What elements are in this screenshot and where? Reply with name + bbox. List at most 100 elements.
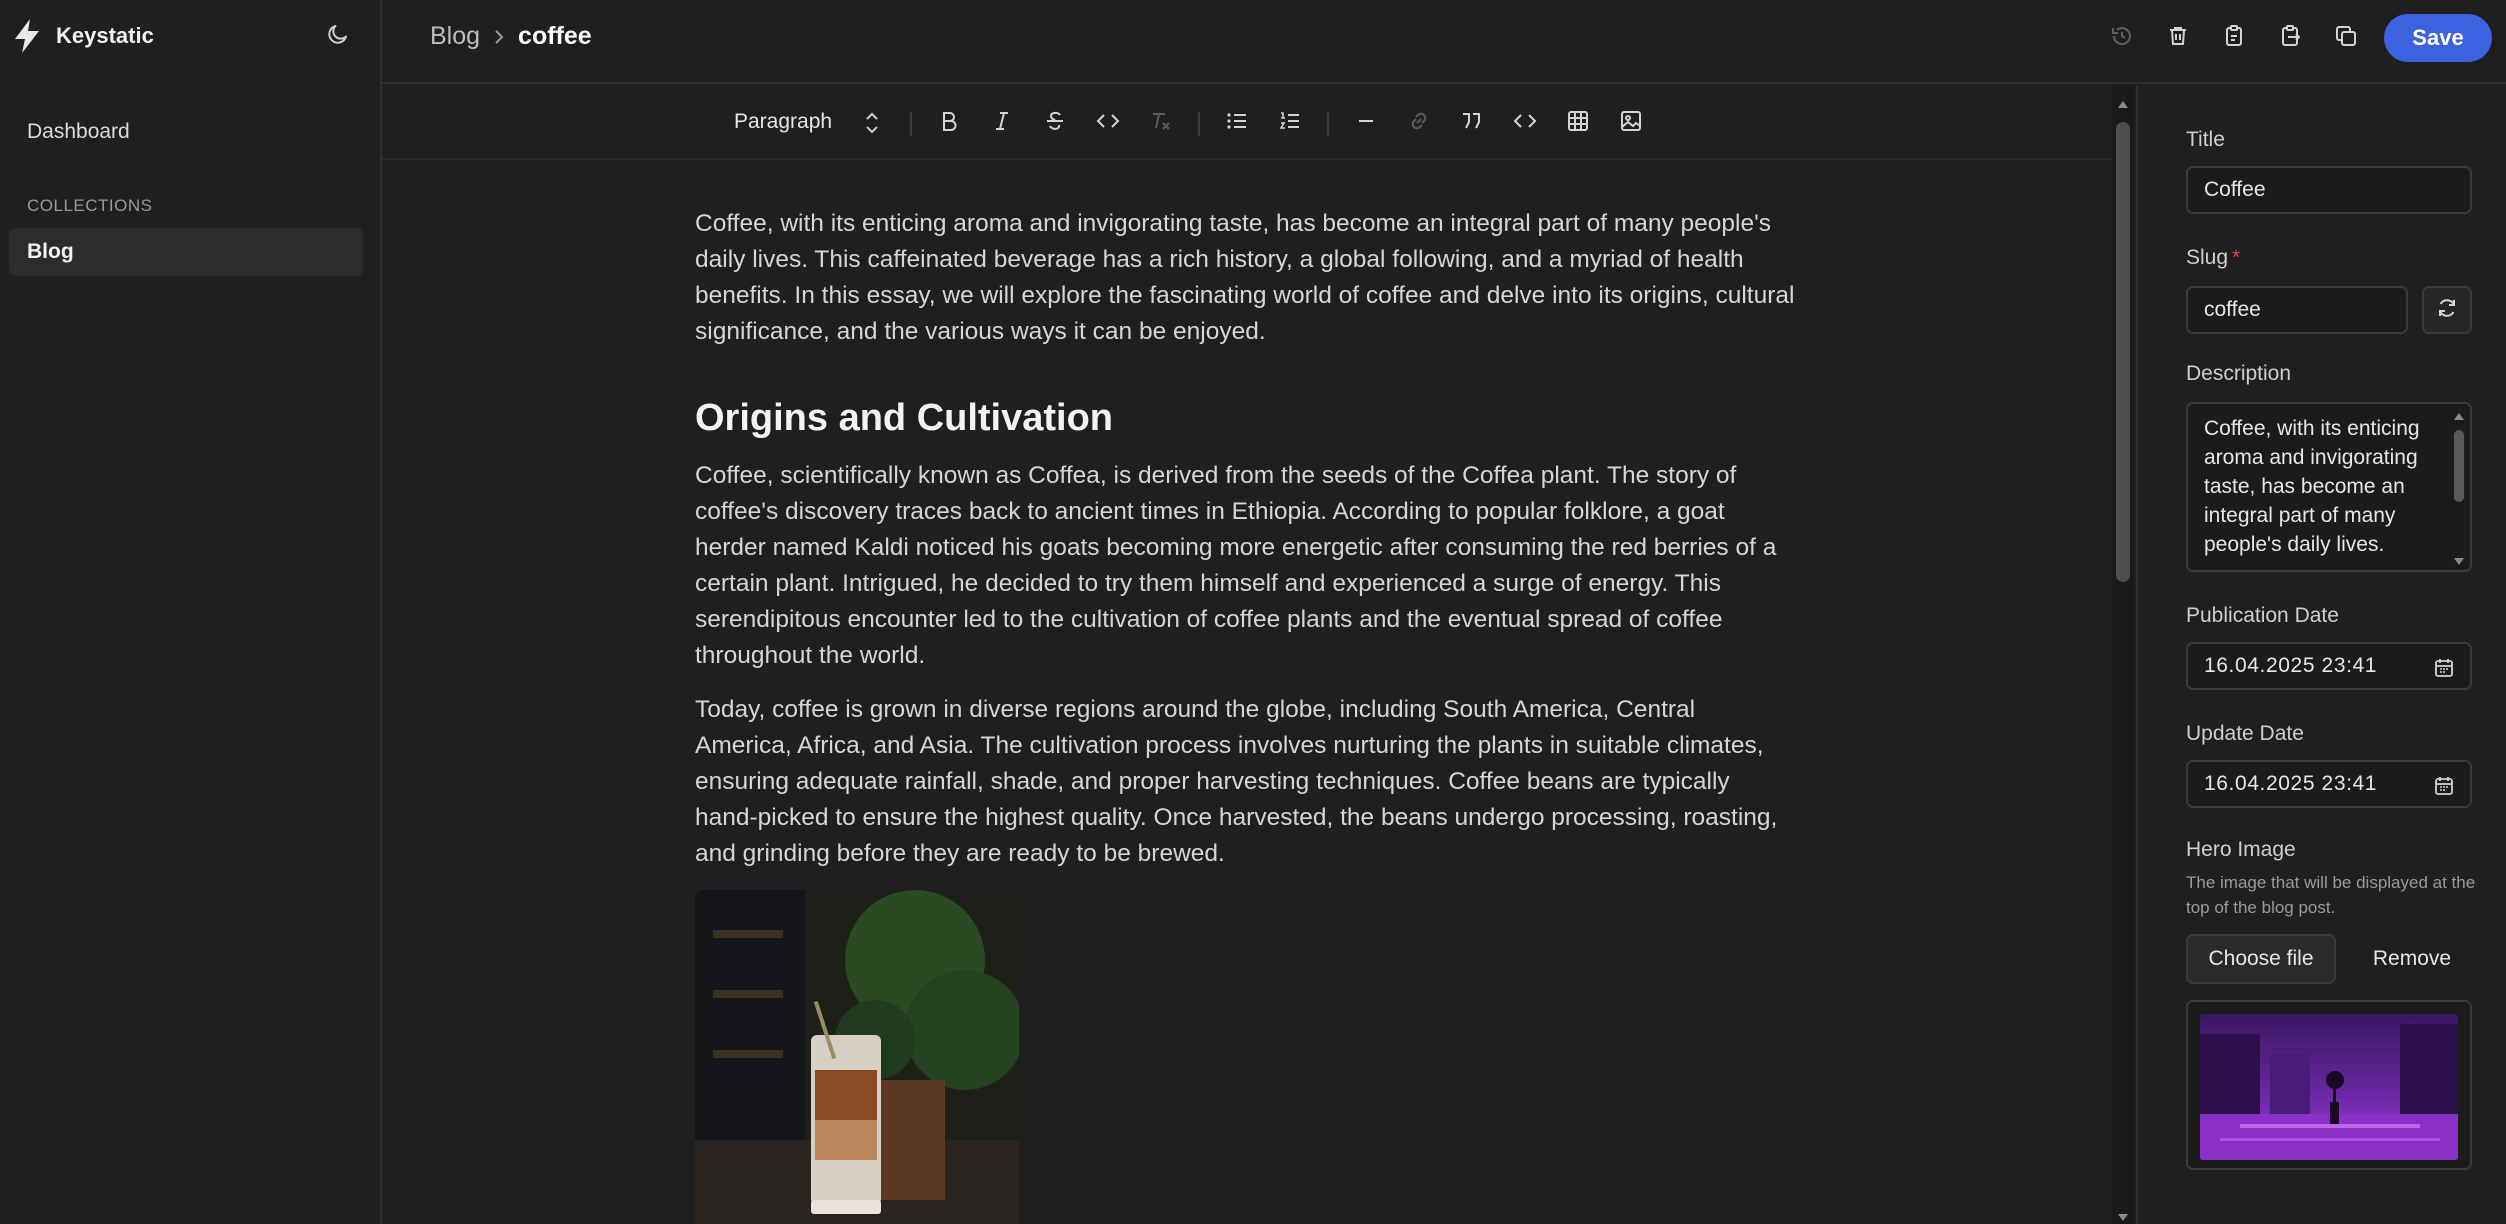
toolbar-divider <box>1327 112 1329 136</box>
numbered-list-button[interactable] <box>1271 104 1309 142</box>
scroll-down-arrow-icon <box>2453 554 2465 572</box>
trash-icon <box>2166 24 2190 53</box>
duplicate-icon <box>2334 24 2358 53</box>
moon-icon <box>326 22 350 51</box>
horizontal-rule-icon <box>1355 110 1377 137</box>
block-type-value: Paragraph <box>734 110 833 133</box>
required-marker: * <box>2232 246 2241 269</box>
fields-panel: Title Coffee Slug * coffee Description Co… <box>2136 86 2506 1224</box>
breadcrumb: Blog coffee <box>430 22 592 51</box>
clipboard-copy-icon <box>2222 24 2246 53</box>
remove-image-button[interactable]: Remove <box>2352 934 2472 984</box>
sidebar: Keystatic Dashboard COLLECTIONS Blog <box>0 0 382 1224</box>
description-label: Description <box>2186 362 2292 385</box>
description-value: Coffee, with its enticing aroma and invi… <box>2204 417 2420 556</box>
sidebar-item-dashboard[interactable]: Dashboard <box>27 120 130 144</box>
calendar-icon[interactable] <box>2432 656 2456 680</box>
history-icon <box>2110 24 2134 53</box>
bold-icon <box>938 110 960 137</box>
publication-date-value: 16.04.2025 23:41 <box>2204 654 2378 677</box>
slug-label: Slug * <box>2186 246 2240 270</box>
app-name: Keystatic <box>56 23 154 48</box>
chevron-up-down-icon <box>860 106 884 140</box>
link-button[interactable] <box>1400 104 1438 142</box>
image-button[interactable] <box>1612 104 1650 142</box>
paste-entry-button[interactable] <box>2270 18 2310 58</box>
inline-code-button[interactable] <box>1089 104 1127 142</box>
keystatic-logo-icon <box>10 16 44 56</box>
link-icon <box>1407 109 1431 138</box>
sidebar-section-collections: COLLECTIONS <box>27 196 153 215</box>
title-input[interactable]: Coffee <box>2186 166 2472 214</box>
strikethrough-button[interactable] <box>1036 104 1074 142</box>
save-button[interactable]: Save <box>2384 14 2492 62</box>
scroll-down-arrow-icon <box>2117 1210 2129 1224</box>
scroll-up-arrow-icon <box>2117 96 2129 114</box>
scroll-up-arrow-icon <box>2453 408 2465 426</box>
table-icon <box>1566 109 1590 138</box>
sidebar-item-blog[interactable]: Blog <box>9 228 363 276</box>
theme-toggle-button[interactable] <box>320 18 356 54</box>
description-textarea[interactable]: Coffee, with its enticing aroma and invi… <box>2186 402 2472 572</box>
code-block-icon <box>1513 110 1537 137</box>
publication-date-input[interactable]: 16.04.2025 23:41 <box>2186 642 2472 690</box>
toolbar-divider <box>910 112 912 136</box>
title-value: Coffee <box>2204 178 2266 201</box>
slug-value: coffee <box>2204 298 2261 321</box>
blockquote-button[interactable] <box>1453 104 1491 142</box>
editor-scrollbar[interactable] <box>2112 86 2134 1224</box>
body-paragraph[interactable]: Today, coffee is grown in diverse region… <box>695 692 1795 872</box>
clear-formatting-button[interactable] <box>1142 104 1180 142</box>
body-paragraph[interactable]: Coffee, scientifically known as Coffea, … <box>695 458 1795 674</box>
duplicate-button[interactable] <box>2326 18 2366 58</box>
clear-formatting-icon <box>1149 110 1173 137</box>
copy-entry-button[interactable] <box>2214 18 2254 58</box>
editor-toolbar: Paragraph <box>382 86 2112 160</box>
regenerate-slug-button[interactable] <box>2422 286 2472 334</box>
slug-label-text: Slug <box>2186 246 2229 269</box>
bold-button[interactable] <box>930 104 968 142</box>
table-button[interactable] <box>1559 104 1597 142</box>
brand[interactable]: Keystatic <box>10 16 154 56</box>
numbered-list-icon <box>1278 110 1302 137</box>
scrollbar-thumb[interactable] <box>2454 430 2464 502</box>
toolbar-divider <box>1198 112 1200 136</box>
choose-file-button[interactable]: Choose file <box>2186 934 2336 984</box>
sidebar-item-label: Blog <box>27 240 74 263</box>
description-scrollbar[interactable] <box>2450 406 2468 570</box>
slug-input[interactable]: coffee <box>2186 286 2408 334</box>
hero-image-preview <box>2186 1000 2472 1170</box>
update-date-value: 16.04.2025 23:41 <box>2204 772 2378 795</box>
strikethrough-icon <box>1044 110 1066 137</box>
intro-paragraph[interactable]: Coffee, with its enticing aroma and invi… <box>695 206 1795 350</box>
divider-button[interactable] <box>1347 104 1385 142</box>
code-block-button[interactable] <box>1506 104 1544 142</box>
hero-image <box>2200 1014 2458 1160</box>
code-icon <box>1096 110 1120 137</box>
title-label: Title <box>2186 128 2225 151</box>
section-heading[interactable]: Origins and Cultivation <box>695 396 1795 440</box>
update-date-input[interactable]: 16.04.2025 23:41 <box>2186 760 2472 808</box>
editor-content[interactable]: Coffee, with its enticing aroma and invi… <box>382 160 2112 1224</box>
clipboard-paste-icon <box>2278 24 2302 53</box>
bullet-list-icon <box>1225 110 1249 137</box>
calendar-icon[interactable] <box>2432 774 2456 798</box>
breadcrumb-current: coffee <box>518 22 592 50</box>
bullet-list-button[interactable] <box>1218 104 1256 142</box>
italic-icon <box>991 110 1013 137</box>
hero-image-label: Hero Image <box>2186 838 2296 861</box>
refresh-icon <box>2435 296 2459 325</box>
publication-date-label: Publication Date <box>2186 604 2339 627</box>
delete-button[interactable] <box>2158 18 2198 58</box>
hero-image-description: The image that will be displayed at the … <box>2186 873 2476 917</box>
italic-button[interactable] <box>983 104 1021 142</box>
chevron-right-icon <box>492 28 506 46</box>
coffee-photo[interactable] <box>695 890 1019 1224</box>
quote-icon <box>1460 110 1484 137</box>
history-button[interactable] <box>2102 18 2142 58</box>
update-date-label: Update Date <box>2186 722 2304 745</box>
scrollbar-thumb[interactable] <box>2116 122 2130 582</box>
document-body[interactable]: Coffee, with its enticing aroma and invi… <box>695 206 1795 1224</box>
breadcrumb-parent[interactable]: Blog <box>430 22 480 51</box>
image-icon <box>1619 109 1643 138</box>
